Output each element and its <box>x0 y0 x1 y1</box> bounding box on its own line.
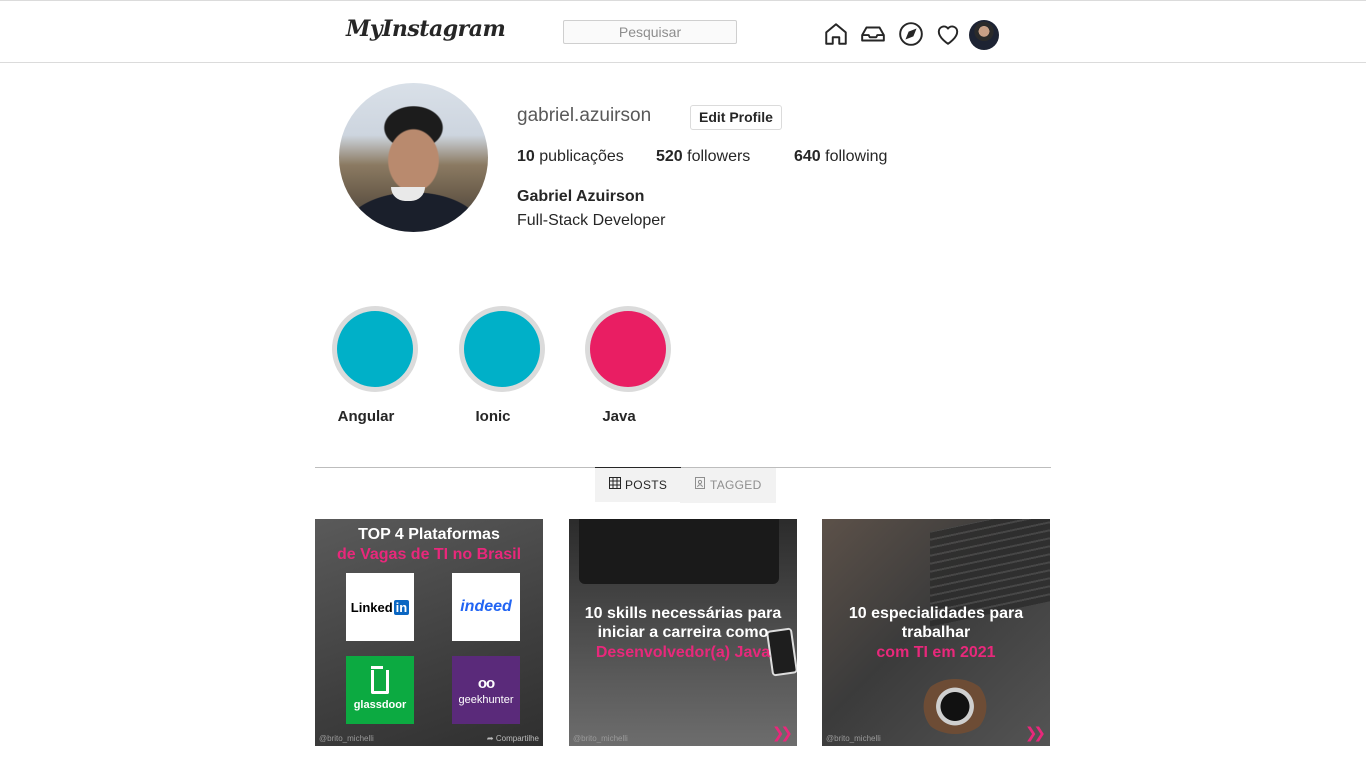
inbox-icon[interactable] <box>860 21 886 47</box>
posts-count-stat: 10 publicações <box>517 148 624 166</box>
followers-label: followers <box>687 148 751 165</box>
glassdoor-mark-icon <box>371 665 389 694</box>
following-stat[interactable]: 640 following <box>794 148 887 166</box>
search-input[interactable] <box>563 20 737 44</box>
post-thumbnail[interactable]: 10 especialidades para trabalhar com TI … <box>822 519 1050 746</box>
monitor-image <box>579 519 779 584</box>
post-title-line: iniciar a carreira como <box>597 624 769 641</box>
post-title-line: 10 skills necessárias para <box>584 605 782 622</box>
post-thumbnail[interactable]: 10 skills necessárias para iniciar a car… <box>569 519 797 746</box>
highlight-label: Angular <box>337 408 395 425</box>
tab-posts-label: POSTS <box>625 477 668 492</box>
indeed-wordmark: indeed <box>460 598 512 615</box>
following-label: following <box>825 148 888 165</box>
linkedin-wordmark: Linked <box>350 599 393 615</box>
highlight-label: Java <box>602 408 636 425</box>
profile-picture[interactable] <box>339 83 488 232</box>
tagged-icon <box>694 468 706 503</box>
linkedin-in-badge: in <box>393 599 410 615</box>
following-count: 640 <box>794 148 821 165</box>
highlight-label: Ionic <box>475 408 511 425</box>
post-title-line: 10 especialidades para <box>848 605 1024 622</box>
post-subtitle: de Vagas de TI no Brasil <box>336 546 522 563</box>
share-label: ➦ Compartilhe <box>486 734 539 743</box>
tab-posts[interactable]: POSTS <box>595 467 682 503</box>
linkedin-logo: Linked in <box>346 573 414 641</box>
app-logo[interactable]: MyInstagram <box>346 16 506 42</box>
posts-count: 10 <box>517 148 535 165</box>
grid-icon <box>609 468 621 503</box>
post-watermark: @brito_michelli <box>826 734 881 743</box>
profile-picture-detail <box>391 187 425 201</box>
profile-username: gabriel.azuirson <box>517 105 652 126</box>
glasses-icon: oo <box>477 674 495 692</box>
highlight-angular[interactable] <box>332 306 418 392</box>
followers-stat[interactable]: 520 followers <box>656 148 750 166</box>
highlight-ionic[interactable] <box>459 306 545 392</box>
profile-avatar[interactable] <box>969 20 999 50</box>
post-title: TOP 4 Plataformas <box>358 526 500 543</box>
post-thumbnail[interactable]: TOP 4 Plataformas de Vagas de TI no Bras… <box>315 519 543 746</box>
geekhunter-logo: oo geekhunter <box>452 656 520 724</box>
post-watermark: @brito_michelli <box>573 734 628 743</box>
next-chevron-icon: ❯❯ <box>771 724 793 742</box>
glassdoor-wordmark: glassdoor <box>353 698 407 711</box>
highlight-cover <box>337 311 413 387</box>
highlight-java[interactable] <box>585 306 671 392</box>
top-navigation-bar: MyInstagram <box>0 0 1366 63</box>
glassdoor-logo: glassdoor <box>346 656 414 724</box>
post-watermark: @brito_michelli <box>319 734 374 743</box>
followers-count: 520 <box>656 148 683 165</box>
highlight-cover <box>464 311 540 387</box>
explore-icon[interactable] <box>898 21 924 47</box>
posts-label: publicações <box>539 148 624 165</box>
tab-tagged[interactable]: TAGGED <box>680 468 776 503</box>
post-subtitle: com TI em 2021 <box>876 644 996 661</box>
indeed-logo: indeed <box>452 573 520 641</box>
edit-profile-button[interactable]: Edit Profile <box>690 105 782 130</box>
highlight-cover <box>590 311 666 387</box>
post-title-line: trabalhar <box>901 624 971 641</box>
activity-heart-icon[interactable] <box>935 21 961 47</box>
post-subtitle: Desenvolvedor(a) Java <box>595 644 771 661</box>
profile-bio: Full-Stack Developer <box>517 212 666 229</box>
geekhunter-wordmark: geekhunter <box>458 693 514 706</box>
coffee-cup-image <box>920 679 990 734</box>
tab-tagged-label: TAGGED <box>710 478 762 492</box>
next-chevron-icon: ❯❯ <box>1024 724 1046 742</box>
profile-full-name: Gabriel Azuirson <box>517 188 645 205</box>
home-icon[interactable] <box>823 21 849 47</box>
